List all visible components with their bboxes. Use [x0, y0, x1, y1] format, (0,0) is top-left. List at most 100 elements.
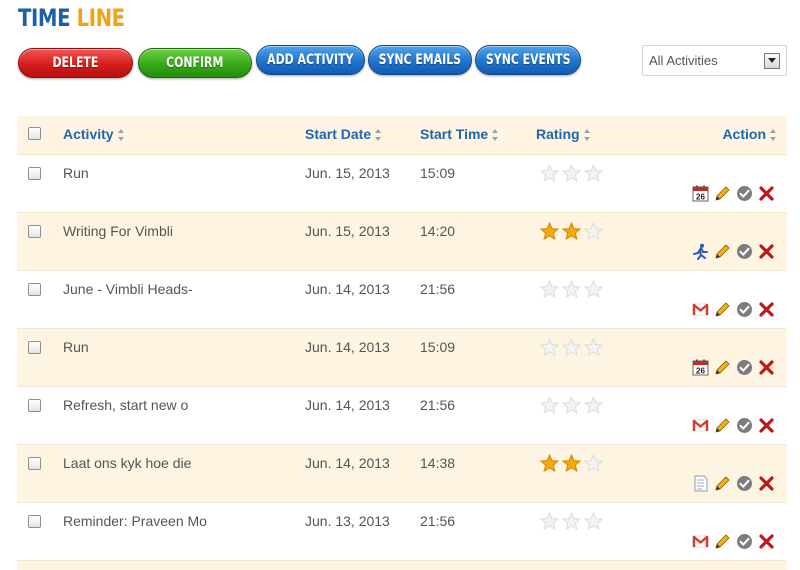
column-header-activity[interactable]: Activity	[63, 126, 125, 142]
sort-icon[interactable]	[492, 129, 499, 142]
rating-star-icon[interactable]	[562, 280, 581, 298]
check-icon[interactable]	[736, 533, 753, 550]
add-activity-button[interactable]: ADD ACTIVITY	[256, 45, 365, 75]
check-icon[interactable]	[736, 417, 753, 434]
chevron-down-icon[interactable]	[764, 52, 780, 69]
sort-icon[interactable]	[583, 129, 591, 142]
rating-stars[interactable]	[540, 222, 603, 240]
sort-icon[interactable]	[770, 129, 777, 142]
check-icon[interactable]	[736, 475, 753, 492]
rating-stars[interactable]	[540, 338, 603, 356]
activity-cell[interactable]: Run	[63, 165, 89, 181]
row-checkbox[interactable]	[28, 399, 41, 412]
table-row[interactable]: June - Vimbli Heads- Jun. 14, 2013 21:56	[17, 271, 787, 329]
table-row[interactable]: Run Jun. 14, 2013 15:09 26	[17, 329, 787, 387]
rating-star-icon[interactable]	[540, 512, 559, 530]
row-actions	[692, 533, 775, 550]
rating-star-icon[interactable]	[540, 280, 559, 298]
close-icon[interactable]	[758, 475, 775, 492]
check-icon[interactable]	[736, 243, 753, 260]
close-icon[interactable]	[758, 301, 775, 318]
table-row[interactable]: Writing For Vimbli Jun. 15, 2013 14:20	[17, 213, 787, 271]
select-all-checkbox[interactable]	[28, 127, 41, 140]
table-row[interactable]: Reminder: Praveen Mo Jun. 13, 2013 21:56	[17, 503, 787, 561]
check-icon[interactable]	[736, 301, 753, 318]
rating-star-icon[interactable]	[584, 512, 603, 530]
sync-events-button[interactable]: SYNC EVENTS	[475, 45, 581, 75]
rating-stars[interactable]	[540, 512, 603, 530]
sync-emails-button[interactable]: SYNC EMAILS	[368, 45, 472, 75]
activity-filter-select[interactable]: All Activities	[642, 45, 787, 76]
close-icon[interactable]	[758, 243, 775, 260]
calendar-day-label: 26	[696, 367, 705, 376]
sort-icon[interactable]	[117, 129, 125, 142]
delete-button[interactable]: DELETE	[18, 48, 133, 78]
rating-stars[interactable]	[540, 280, 603, 298]
rating-star-icon[interactable]	[584, 396, 603, 414]
column-header-start-time[interactable]: Start Time	[420, 126, 499, 142]
rating-star-icon[interactable]	[562, 396, 581, 414]
check-icon[interactable]	[736, 359, 753, 376]
rating-star-icon[interactable]	[540, 222, 559, 240]
activity-cell[interactable]: Laat ons kyk hoe die	[63, 455, 191, 471]
row-checkbox[interactable]	[28, 341, 41, 354]
rating-star-icon[interactable]	[584, 280, 603, 298]
pencil-icon[interactable]	[714, 301, 731, 318]
rating-stars[interactable]	[540, 454, 603, 472]
rating-star-icon[interactable]	[562, 338, 581, 356]
start-date-cell: Jun. 14, 2013	[305, 455, 390, 471]
rating-stars[interactable]	[540, 396, 603, 414]
column-header-action[interactable]: Action	[722, 126, 777, 142]
rating-star-icon[interactable]	[562, 454, 581, 472]
rating-star-icon[interactable]	[562, 222, 581, 240]
row-checkbox[interactable]	[28, 457, 41, 470]
rating-star-icon[interactable]	[562, 164, 581, 182]
pencil-icon[interactable]	[714, 359, 731, 376]
close-icon[interactable]	[758, 359, 775, 376]
row-checkbox[interactable]	[28, 283, 41, 296]
check-icon[interactable]	[736, 185, 753, 202]
rating-star-icon[interactable]	[540, 338, 559, 356]
rating-star-icon[interactable]	[584, 164, 603, 182]
activity-cell[interactable]: Writing For Vimbli	[63, 223, 173, 239]
close-icon[interactable]	[758, 185, 775, 202]
row-actions: 26	[692, 185, 775, 202]
activity-cell[interactable]: Refresh, start new o	[63, 397, 188, 413]
activity-cell[interactable]: June - Vimbli Heads-	[63, 281, 193, 297]
rating-stars[interactable]	[540, 164, 603, 182]
rating-star-icon[interactable]	[584, 454, 603, 472]
row-checkbox[interactable]	[28, 167, 41, 180]
note-icon	[694, 475, 708, 492]
pencil-icon[interactable]	[714, 185, 731, 202]
row-checkbox[interactable]	[28, 515, 41, 528]
rating-star-icon[interactable]	[540, 454, 559, 472]
activity-cell[interactable]: Run	[63, 339, 89, 355]
close-icon[interactable]	[758, 533, 775, 550]
pencil-icon[interactable]	[714, 243, 731, 260]
pencil-icon[interactable]	[714, 533, 731, 550]
table-row[interactable]: Refresh, start new o Jun. 14, 2013 21:56	[17, 387, 787, 445]
rating-star-icon[interactable]	[584, 338, 603, 356]
rating-star-icon[interactable]	[584, 222, 603, 240]
column-header-start-date[interactable]: Start Date	[305, 126, 382, 142]
row-checkbox[interactable]	[28, 225, 41, 238]
start-time-cell: 21:56	[420, 281, 456, 297]
close-icon[interactable]	[758, 417, 775, 434]
confirm-button[interactable]: CONFIRM	[138, 48, 252, 78]
rating-star-icon[interactable]	[540, 396, 559, 414]
start-date-cell: Jun. 15, 2013	[305, 165, 390, 181]
pencil-icon[interactable]	[714, 417, 731, 434]
table-row	[17, 561, 787, 570]
activity-cell[interactable]: Reminder: Praveen Mo	[63, 513, 207, 529]
table-header: Activity Start Date Start Time Rating Ac…	[17, 116, 787, 155]
pencil-icon[interactable]	[714, 475, 731, 492]
column-header-rating[interactable]: Rating	[536, 126, 591, 142]
table-row[interactable]: Laat ons kyk hoe die Jun. 14, 2013 14:38	[17, 445, 787, 503]
table-row[interactable]: Run Jun. 15, 2013 15:09 26	[17, 155, 787, 213]
sort-icon[interactable]	[375, 129, 382, 142]
start-time-cell: 14:20	[420, 223, 456, 239]
row-actions	[692, 417, 775, 434]
page-title: TIME LINE	[18, 4, 125, 32]
rating-star-icon[interactable]	[562, 512, 581, 530]
rating-star-icon[interactable]	[540, 164, 559, 182]
